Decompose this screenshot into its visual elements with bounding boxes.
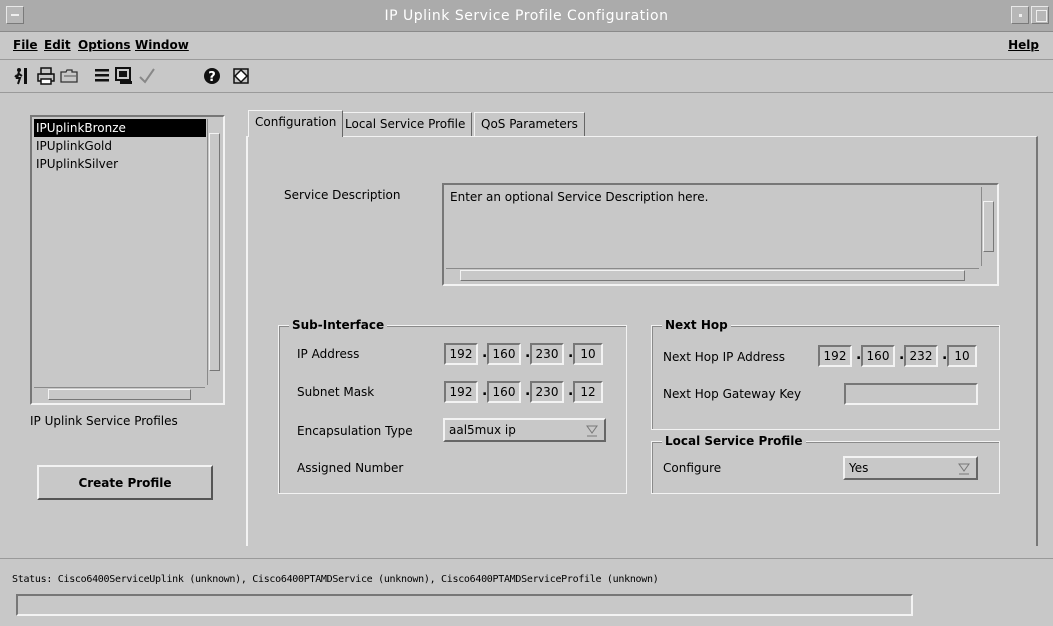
maximize-button[interactable] <box>1031 6 1049 24</box>
list-icon[interactable] <box>91 65 113 87</box>
window-title: IP Uplink Service Profile Configuration <box>384 8 669 24</box>
service-description-text: Enter an optional Service Description he… <box>450 190 709 204</box>
mask-octet-3[interactable]: 230 <box>530 381 564 403</box>
next-hop-octet-2[interactable]: 160 <box>861 345 895 367</box>
vertical-scroll-thumb[interactable] <box>209 133 220 371</box>
ip-octet-1[interactable]: 192 <box>444 343 478 365</box>
menu-help[interactable]: Help <box>1008 38 1039 52</box>
service-description-label: Service Description <box>284 188 401 202</box>
monitor-icon[interactable] <box>113 65 135 87</box>
local-service-profile-title: Local Service Profile <box>662 434 806 448</box>
tab-configuration[interactable]: Configuration <box>248 110 344 137</box>
encapsulation-type-label: Encapsulation Type <box>297 424 413 438</box>
profile-list-horizontal-scrollbar[interactable] <box>34 387 205 401</box>
open-folder-icon[interactable] <box>58 65 80 87</box>
service-description-textarea[interactable]: Enter an optional Service Description he… <box>442 183 999 286</box>
menu-window[interactable]: Window <box>135 38 189 52</box>
exit-icon[interactable] <box>12 65 34 87</box>
description-horizontal-scrollbar[interactable] <box>446 268 979 282</box>
status-bar: Status: Cisco6400ServiceUplink (unknown)… <box>0 558 1053 626</box>
profile-list-caption: IP Uplink Service Profiles <box>30 414 178 428</box>
tab-local-service-profile[interactable]: Local Service Profile <box>338 112 473 136</box>
next-hop-title: Next Hop <box>662 318 731 332</box>
ip-address-field[interactable]: 192 . 160 . 230 . 10 <box>444 343 604 365</box>
next-hop-octet-1[interactable]: 192 <box>818 345 852 367</box>
list-item-ipuplinksilver[interactable]: IPUplinkSilver <box>34 155 206 173</box>
status-text: Status: Cisco6400ServiceUplink (unknown)… <box>12 574 659 585</box>
description-vertical-scrollbar[interactable] <box>981 187 995 266</box>
horizontal-scroll-thumb[interactable] <box>460 270 965 281</box>
dropdown-arrow-icon <box>586 425 598 437</box>
configure-dropdown[interactable]: Yes <box>843 456 978 480</box>
sub-interface-title: Sub-Interface <box>289 318 388 332</box>
profile-list[interactable]: IPUplinkBronze IPUplinkGold IPUplinkSilv… <box>30 115 225 405</box>
menu-edit[interactable]: Edit <box>44 38 71 52</box>
svg-text:?: ? <box>208 70 216 85</box>
next-hop-octet-3[interactable]: 232 <box>904 345 938 367</box>
profile-list-vertical-scrollbar[interactable] <box>207 119 221 385</box>
next-hop-ip-label: Next Hop IP Address <box>663 350 785 364</box>
list-item-ipuplinkbronze[interactable]: IPUplinkBronze <box>34 119 206 137</box>
title-bar: IP Uplink Service Profile Configuration <box>0 0 1053 32</box>
ip-octet-2[interactable]: 160 <box>487 343 521 365</box>
next-hop-ip-field[interactable]: 192 . 160 . 232 . 10 <box>818 345 978 367</box>
configure-value: Yes <box>849 461 869 475</box>
ip-octet-3[interactable]: 230 <box>530 343 564 365</box>
toolbar: ? <box>0 61 1053 93</box>
progress-bar <box>16 594 913 616</box>
subnet-mask-label: Subnet Mask <box>297 385 375 399</box>
menu-options[interactable]: Options <box>78 38 131 52</box>
menu-file[interactable]: File <box>13 38 38 52</box>
tab-qos-parameters[interactable]: QoS Parameters <box>474 112 585 136</box>
minimize-button[interactable] <box>1011 6 1029 24</box>
checkmark-icon[interactable] <box>136 65 158 87</box>
encapsulation-type-value: aal5mux ip <box>449 423 516 437</box>
next-hop-gateway-key-label: Next Hop Gateway Key <box>663 387 802 401</box>
create-profile-button[interactable]: Create Profile <box>37 465 213 500</box>
mask-octet-4[interactable]: 12 <box>573 381 603 403</box>
ip-octet-4[interactable]: 10 <box>573 343 603 365</box>
next-hop-group: Next Hop <box>651 318 1000 430</box>
dropdown-arrow-icon <box>958 463 970 475</box>
mask-octet-2[interactable]: 160 <box>487 381 521 403</box>
horizontal-scroll-thumb[interactable] <box>48 389 191 400</box>
configure-label: Configure <box>663 461 722 475</box>
menu-bar: File Edit Options Window Help <box>0 32 1053 60</box>
assigned-number-label: Assigned Number <box>297 461 404 475</box>
print-icon[interactable] <box>35 65 57 87</box>
ip-address-label: IP Address <box>297 347 360 361</box>
profile-list-items: IPUplinkBronze IPUplinkGold IPUplinkSilv… <box>34 119 206 173</box>
next-hop-octet-4[interactable]: 10 <box>947 345 977 367</box>
subnet-mask-field[interactable]: 192 . 160 . 230 . 12 <box>444 381 604 403</box>
mask-octet-1[interactable]: 192 <box>444 381 478 403</box>
vertical-scroll-thumb[interactable] <box>983 201 994 252</box>
refresh-icon[interactable] <box>230 65 252 87</box>
encapsulation-type-dropdown[interactable]: aal5mux ip <box>443 418 606 442</box>
next-hop-gateway-key-input[interactable] <box>844 383 978 405</box>
help-icon[interactable]: ? <box>201 65 223 87</box>
list-item-ipuplinkgold[interactable]: IPUplinkGold <box>34 137 206 155</box>
